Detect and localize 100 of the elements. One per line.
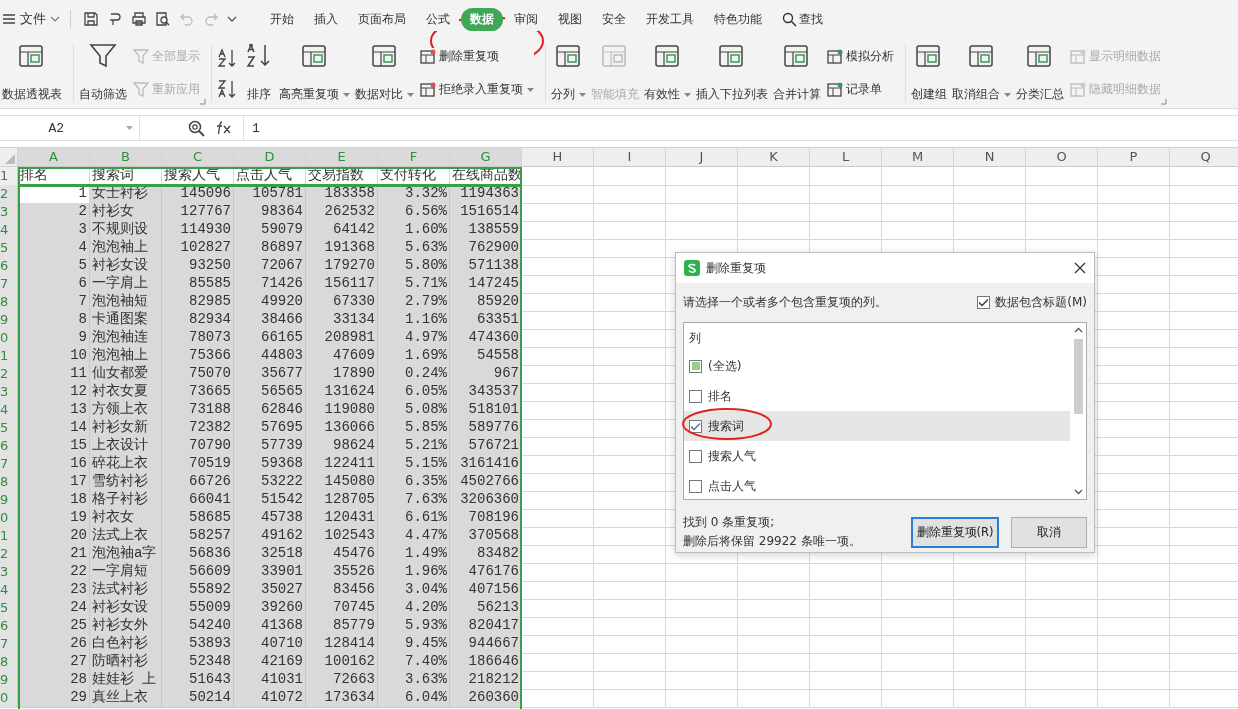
print-icon[interactable]: [131, 11, 147, 27]
column-header[interactable]: J: [666, 148, 738, 167]
checkbox[interactable]: [689, 479, 702, 493]
table-cell: [522, 203, 594, 222]
ribbon-button[interactable]: 取消组合: [950, 38, 1013, 108]
table-cell: 泡泡袖连: [90, 329, 162, 348]
checkbox[interactable]: [689, 359, 702, 373]
table-cell: 衬衫女设: [90, 257, 162, 276]
scroll-up-icon[interactable]: [1073, 327, 1083, 333]
column-header[interactable]: P: [1098, 148, 1170, 167]
table-cell: [954, 563, 1026, 582]
close-icon[interactable]: [1074, 262, 1086, 274]
table-cell: [522, 293, 594, 312]
funnel-icon: [132, 47, 150, 66]
table-cell: [954, 689, 1026, 708]
table-cell: [522, 473, 594, 492]
table-cell: [738, 203, 810, 222]
ribbon-button[interactable]: 插入下拉列表: [694, 38, 770, 108]
table-cell: [666, 581, 738, 600]
header-checkbox[interactable]: 数据包含标题(M): [977, 293, 1087, 311]
name-box[interactable]: A2: [0, 116, 140, 140]
ribbon-button[interactable]: 有效性: [642, 38, 693, 108]
table-cell: [738, 167, 810, 186]
table-cell: [954, 185, 1026, 204]
checkbox[interactable]: [977, 295, 991, 309]
table-cell: [594, 203, 666, 222]
scroll-down-icon[interactable]: [1073, 489, 1083, 495]
ribbon-button[interactable]: 分列: [549, 38, 588, 108]
table-cell: [522, 509, 594, 528]
table-cell: [522, 545, 594, 564]
table-cell: [1026, 203, 1098, 222]
column-header[interactable]: K: [738, 148, 810, 167]
column-option[interactable]: 点击人气: [684, 471, 1070, 501]
funnel-icon: [132, 80, 150, 99]
table-icon: [1069, 80, 1087, 99]
column-option[interactable]: 排名: [684, 381, 1070, 411]
ribbon-button[interactable]: 分类汇总: [1014, 38, 1066, 108]
table-cell: [594, 221, 666, 240]
table-cell: [594, 581, 666, 600]
table-cell: [1098, 581, 1170, 600]
checkbox[interactable]: [689, 419, 702, 433]
table-cell: [1026, 653, 1098, 672]
column-header[interactable]: Q: [1170, 148, 1238, 167]
share-icon[interactable]: [107, 11, 123, 27]
table-cell: [522, 221, 594, 240]
ribbon-button[interactable]: 高亮重复项: [277, 38, 352, 108]
table-cell: [738, 653, 810, 672]
column-option[interactable]: 搜索词: [684, 411, 1070, 441]
table-cell: [666, 203, 738, 222]
preview-icon[interactable]: [155, 11, 171, 27]
cancel-button[interactable]: 取消: [1011, 516, 1087, 548]
row-header[interactable]: 0: [0, 689, 18, 708]
column-option[interactable]: (全选): [684, 351, 1070, 381]
checkbox[interactable]: [689, 389, 702, 403]
table-cell: 衬衫女新: [90, 419, 162, 438]
ribbon-button[interactable]: 排序: [242, 38, 276, 108]
table-cell: 法式衬衫: [90, 581, 162, 600]
table-cell: [522, 671, 594, 690]
ribbon-button[interactable]: 模拟分析: [826, 47, 894, 66]
table-cell: [810, 689, 882, 708]
table-cell: [522, 329, 594, 348]
caret-icon: [684, 92, 691, 97]
ribbon-button[interactable]: 数据透视表: [0, 38, 64, 108]
table-cell: [882, 167, 954, 186]
table-icon: [419, 80, 437, 99]
save-icon[interactable]: [83, 11, 99, 27]
ribbon-button[interactable]: 自动筛选: [77, 38, 129, 108]
zoom-icon[interactable]: [188, 119, 205, 137]
chevron-icon[interactable]: [50, 15, 60, 23]
table-cell: [522, 365, 594, 384]
table-cell: 衬衫女: [90, 203, 162, 222]
column-header[interactable]: M: [882, 148, 954, 167]
column-header[interactable]: L: [810, 148, 882, 167]
function-icon[interactable]: [215, 121, 233, 135]
column-header[interactable]: H: [522, 148, 594, 167]
ribbon-button[interactable]: 拒绝录入重复项: [419, 80, 534, 99]
column-header[interactable]: O: [1026, 148, 1098, 167]
ribbon-button[interactable]: 合并计算: [771, 38, 823, 108]
table-cell: [522, 311, 594, 330]
table-cell: [594, 185, 666, 204]
column-header[interactable]: I: [594, 148, 666, 167]
table-cell: [882, 635, 954, 654]
scrollbar-thumb[interactable]: [1073, 339, 1083, 414]
checkbox[interactable]: [689, 449, 702, 463]
menu-icon[interactable]: [2, 13, 16, 25]
ribbon-button[interactable]: 创建组: [909, 38, 949, 108]
table-cell: [954, 203, 1026, 222]
table-cell: [522, 401, 594, 420]
table-cell: [1098, 545, 1170, 564]
formula-input[interactable]: 1: [243, 116, 1238, 140]
ribbon-button[interactable]: 数据对比: [353, 38, 416, 108]
column-header[interactable]: N: [954, 148, 1026, 167]
file-menu[interactable]: 文件: [20, 10, 46, 28]
table-cell: [882, 653, 954, 672]
confirm-button[interactable]: 删除重复项(R): [911, 516, 999, 548]
table-cell: 泡泡袖上: [90, 347, 162, 366]
table-cell: [594, 239, 666, 258]
table-cell: 6.04%: [378, 689, 450, 708]
column-option[interactable]: 搜索人气: [684, 441, 1070, 471]
customize-caret-icon[interactable]: [227, 15, 237, 23]
